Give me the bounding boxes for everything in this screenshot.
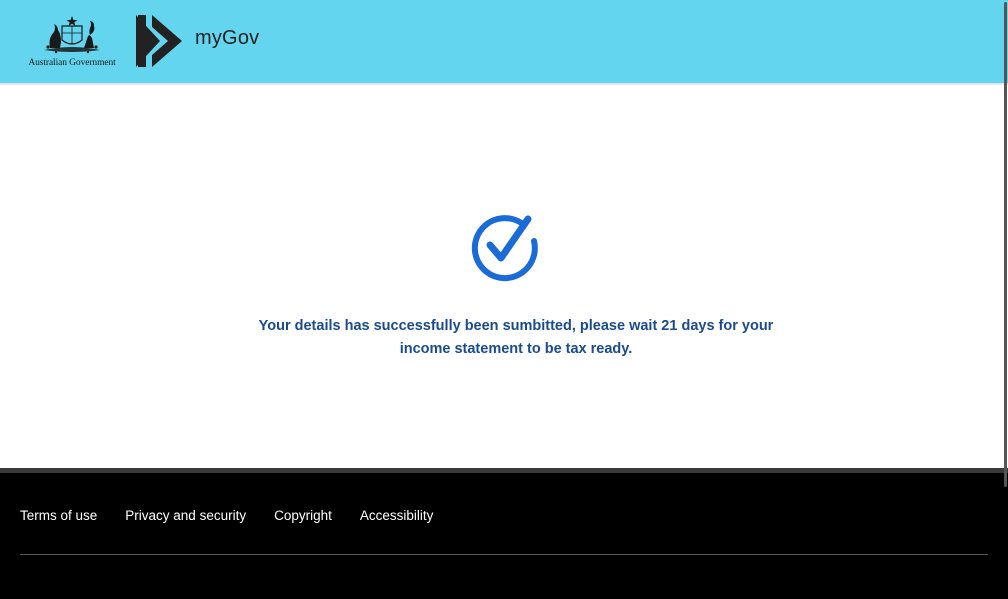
scrollbar-thumb[interactable] — [1004, 2, 1007, 487]
site-header: Australian Government myGov — [0, 0, 1008, 83]
australian-government-logo[interactable]: Australian Government — [20, 14, 124, 68]
check-circle-icon — [471, 215, 538, 282]
site-footer: Terms of use Privacy and security Copyri… — [0, 468, 1008, 599]
success-message: Your details has successfully been sumbi… — [258, 318, 774, 357]
coat-of-arms-icon — [44, 16, 100, 54]
vertical-scrollbar[interactable] — [1000, 0, 1008, 599]
terms-of-use-link[interactable]: Terms of use — [20, 508, 97, 523]
accessibility-link[interactable]: Accessibility — [360, 508, 434, 523]
double-chevron-right-icon — [136, 15, 182, 67]
mygov-logo-text[interactable]: myGov — [195, 27, 259, 50]
privacy-and-security-link[interactable]: Privacy and security — [125, 508, 246, 523]
footer-divider — [20, 554, 988, 555]
footer-links: Terms of use Privacy and security Copyri… — [20, 508, 433, 523]
australian-government-label: Australian Government — [28, 58, 116, 68]
footer-top-border — [0, 468, 1008, 473]
main-content: Your details has successfully been sumbi… — [0, 86, 1008, 468]
copyright-link[interactable]: Copyright — [274, 508, 332, 523]
